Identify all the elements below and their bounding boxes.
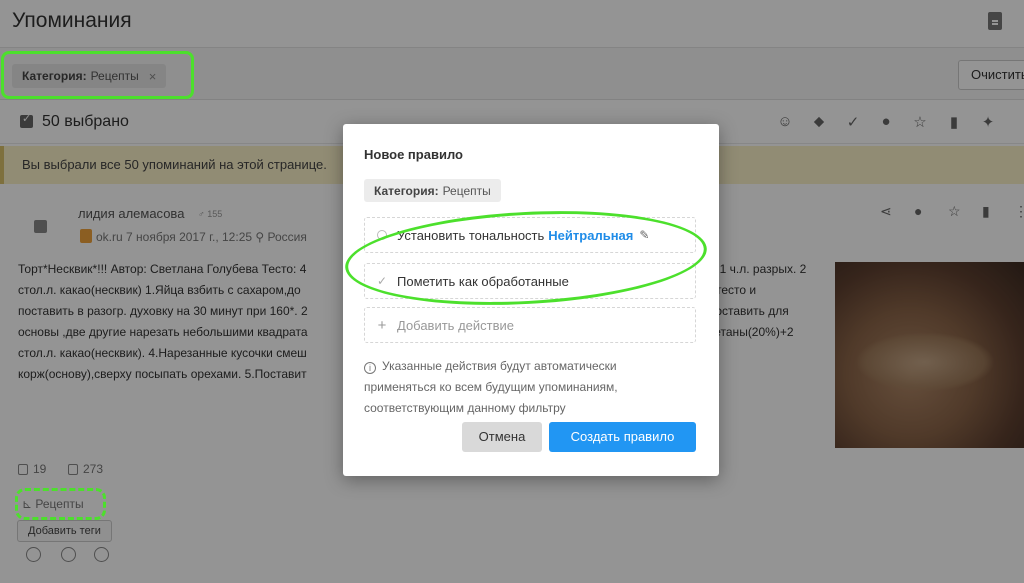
plus-icon: + xyxy=(377,316,387,334)
cancel-button[interactable]: Отмена xyxy=(462,422,542,452)
chip-key: Категория: xyxy=(374,183,439,198)
action-label: Добавить действие xyxy=(397,317,514,333)
dialog-title: Новое правило xyxy=(364,147,463,162)
annotation-outline-dashed xyxy=(15,488,106,520)
rule-filter-chip: Категория: Рецепты xyxy=(364,179,501,202)
note-line: соответствующим данному фильтру xyxy=(364,401,566,415)
add-action-button[interactable]: + Добавить действие xyxy=(364,307,696,343)
rule-note: i Указанные действия будут автоматически … xyxy=(364,356,704,419)
note-line: Указанные действия будут автоматически xyxy=(382,359,617,373)
create-rule-button[interactable]: Создать правило xyxy=(549,422,696,452)
annotation-outline xyxy=(1,51,194,99)
chip-value: Рецепты xyxy=(442,183,491,198)
note-line: применяться ко всем будущим упоминаниям, xyxy=(364,380,618,394)
info-icon: i xyxy=(364,362,376,374)
